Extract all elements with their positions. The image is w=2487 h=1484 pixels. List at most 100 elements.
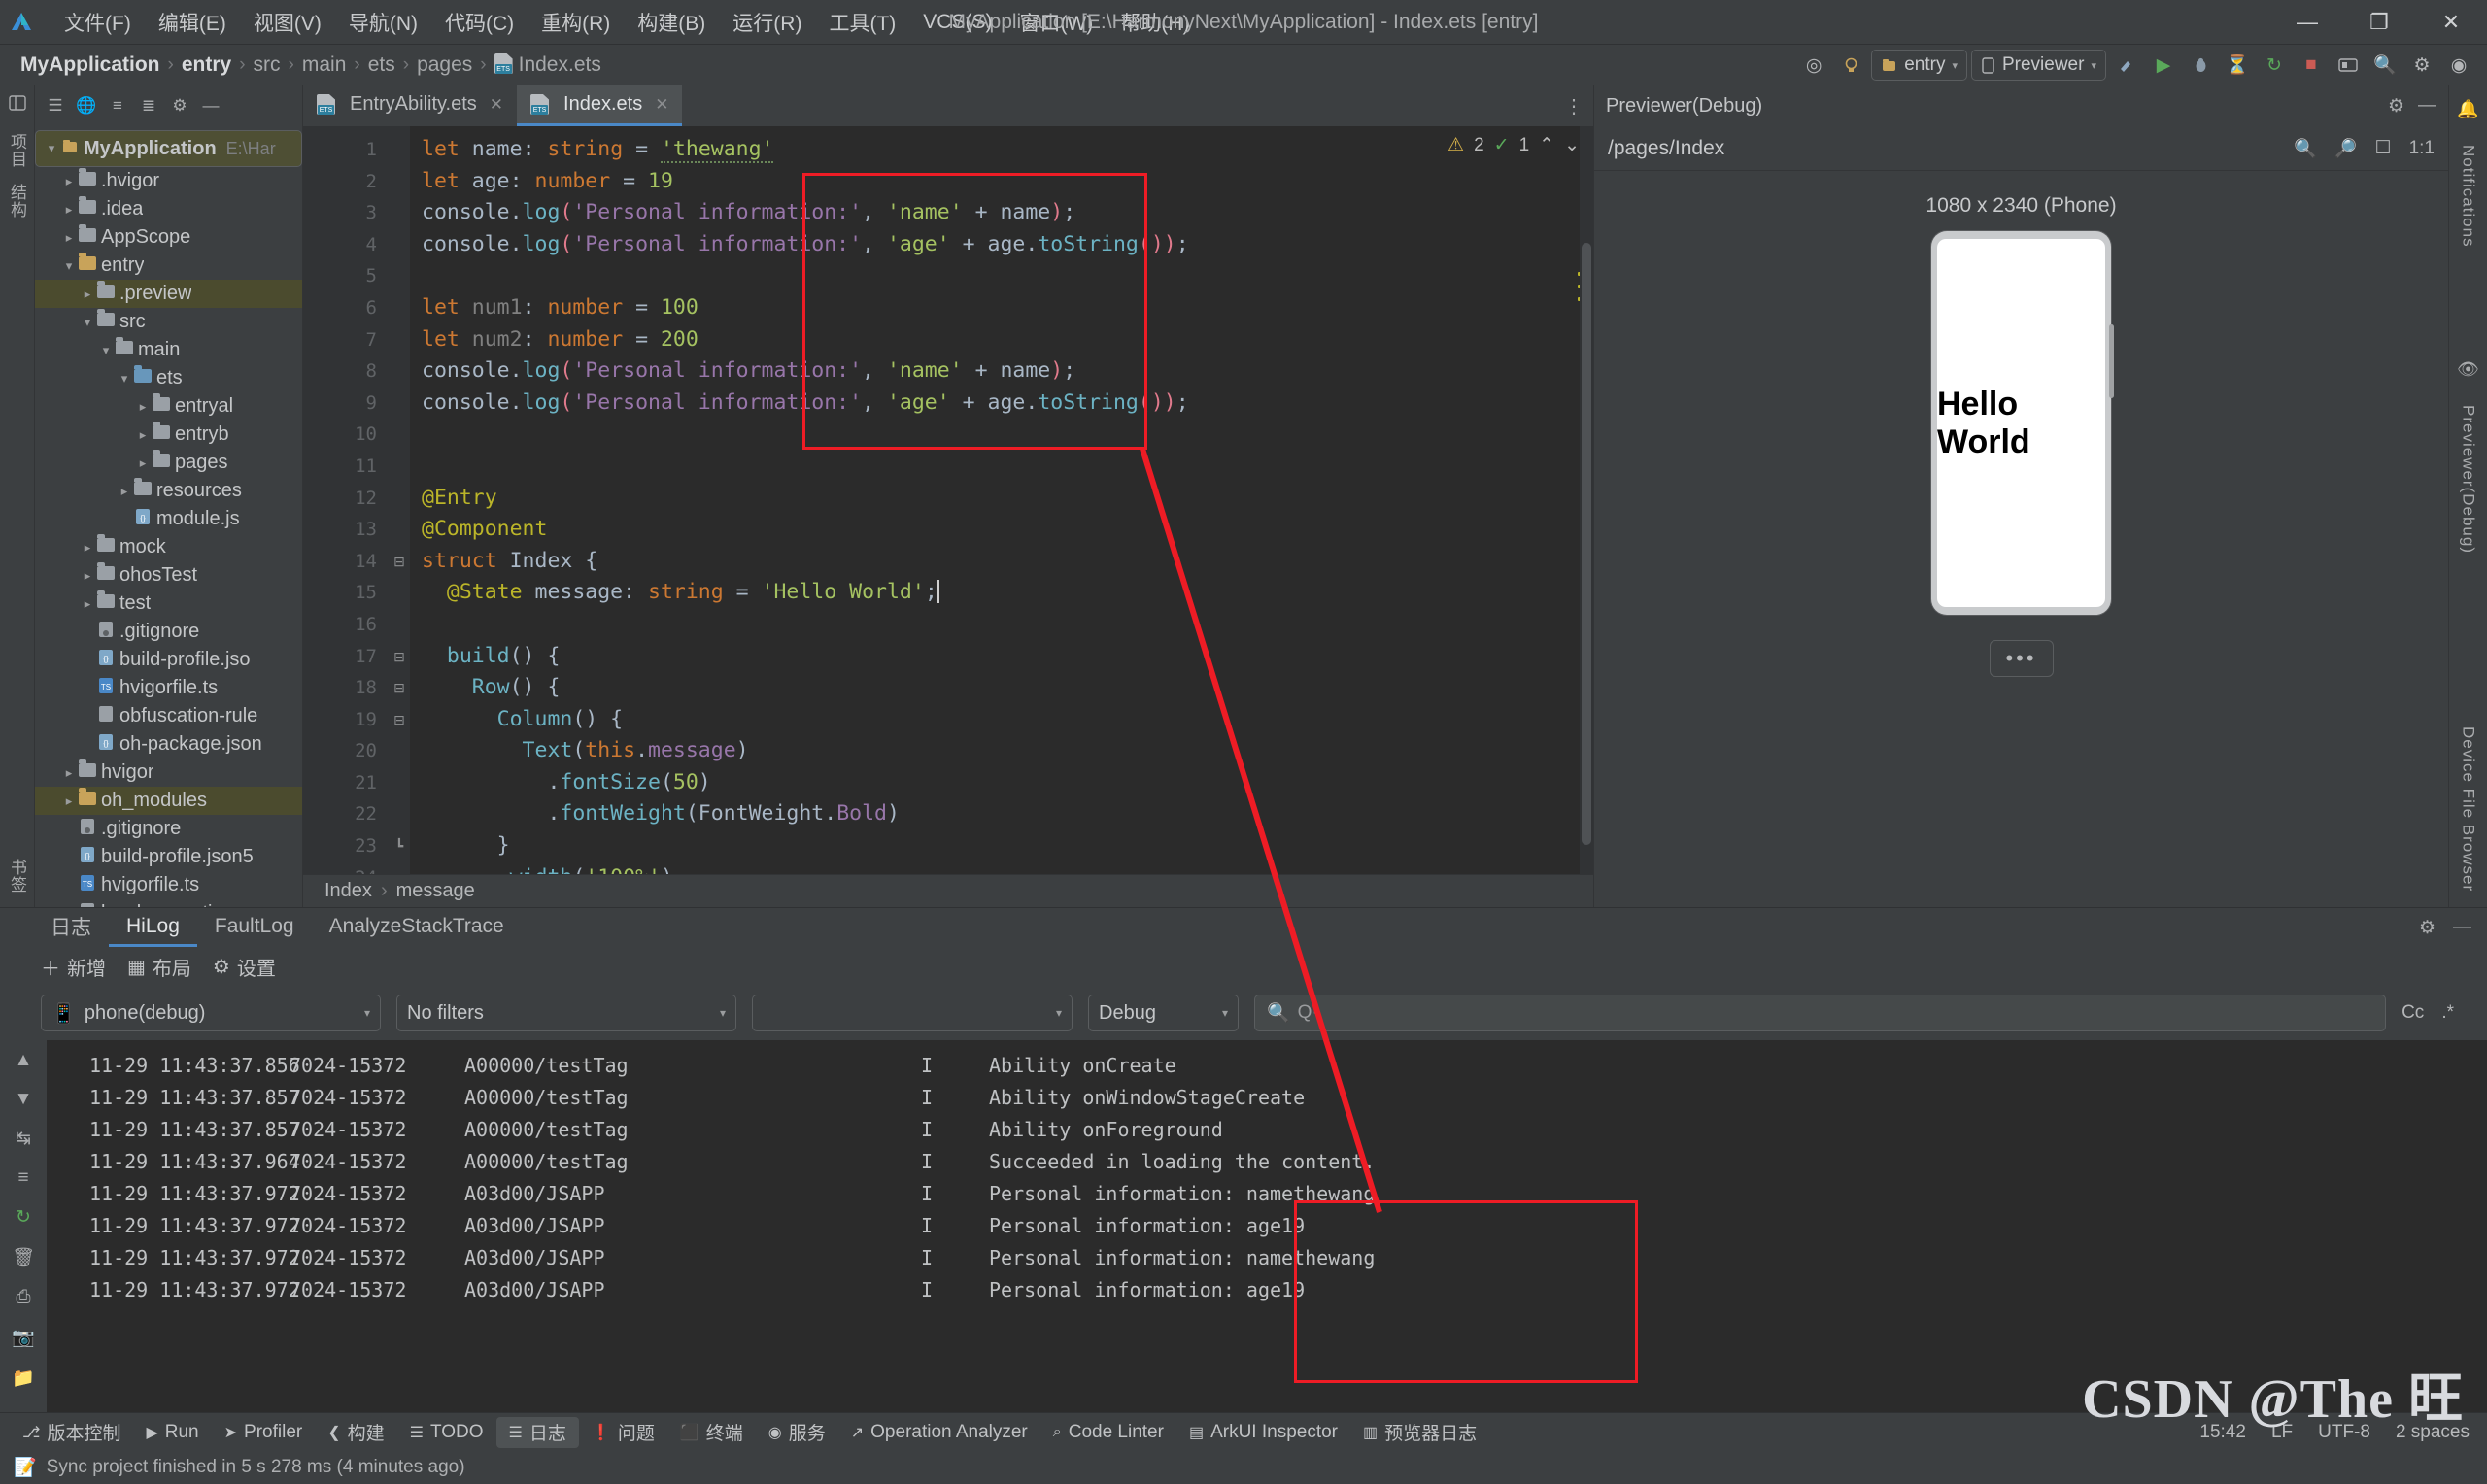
fold-marker-icon[interactable]: ⊟ xyxy=(389,672,410,704)
close-icon[interactable]: ✕ xyxy=(490,95,503,115)
chevron-icon[interactable]: ▸ xyxy=(61,793,77,809)
previewer-selector[interactable]: Previewer ▾ xyxy=(1971,50,2106,81)
breadcrumb[interactable]: MyApplication›entry›src›main›ets›pages›E… xyxy=(14,53,608,77)
code-line[interactable] xyxy=(410,260,1593,292)
settings-icon[interactable]: ⚙ xyxy=(2388,95,2404,118)
globe-icon[interactable]: 🌐 xyxy=(72,91,101,120)
regex-toggle[interactable]: .* xyxy=(2441,1002,2454,1024)
code-line[interactable]: console.log('Personal information:', 'ag… xyxy=(410,229,1593,261)
rail-label-device-file-browser[interactable]: Device File Browser xyxy=(2459,726,2478,892)
status-item-profiler[interactable]: ➤Profiler xyxy=(212,1417,316,1448)
tree-item-hvigorfile-ts[interactable]: TShvigorfile.ts xyxy=(35,871,302,899)
code-line[interactable] xyxy=(410,451,1593,483)
chevron-icon[interactable]: ▸ xyxy=(135,399,151,415)
tree-item-oh-modules[interactable]: ▸oh_modules xyxy=(35,787,302,815)
chevron-icon[interactable]: ▾ xyxy=(44,141,59,156)
menu-item-7[interactable]: 运行(R) xyxy=(719,4,815,41)
stop-icon[interactable]: ■ xyxy=(2295,50,2328,81)
previewer-more-button[interactable]: ••• xyxy=(1990,640,2054,677)
log-row[interactable]: 11-29 11:43:37.9727024-15372A03d00/JSAPP… xyxy=(47,1178,2487,1210)
tree-item-src[interactable]: ▾src xyxy=(35,308,302,336)
tree-item--preview[interactable]: ▸.preview xyxy=(35,280,302,308)
chevron-icon[interactable]: ▸ xyxy=(117,484,132,499)
code-line[interactable]: struct Index { xyxy=(410,546,1593,578)
chevron-icon[interactable]: ▸ xyxy=(61,765,77,781)
zoom-in-icon[interactable]: 🔎 xyxy=(2334,137,2358,160)
code-line[interactable]: .fontSize(50) xyxy=(410,767,1593,799)
menu-item-10[interactable]: 窗口(W) xyxy=(1005,4,1107,41)
menu-item-11[interactable]: 帮助(H) xyxy=(1107,4,1203,41)
code-line[interactable]: @Entry xyxy=(410,483,1593,515)
tree-item-mock[interactable]: ▸mock xyxy=(35,533,302,561)
breadcrumb-item-src[interactable]: src xyxy=(247,53,288,77)
chevron-icon[interactable]: ▸ xyxy=(80,568,95,584)
match-case-toggle[interactable]: Cc xyxy=(2402,1002,2424,1024)
close-icon[interactable]: ✕ xyxy=(655,95,668,115)
zoom-out-icon[interactable]: 🔍 xyxy=(2294,137,2317,160)
chevron-icon[interactable]: ▸ xyxy=(80,540,95,556)
tree-item-hvigor[interactable]: ▸hvigor xyxy=(35,759,302,787)
status-item--[interactable]: ❗问题 xyxy=(579,1417,667,1448)
code-line[interactable]: @State message: string = 'Hello World'; xyxy=(410,577,1593,609)
editor-scrollbar[interactable] xyxy=(1580,126,1593,874)
notifications-icon[interactable]: 🔔 xyxy=(2457,99,2478,119)
rerun-icon[interactable]: ↻ xyxy=(2258,50,2291,81)
run-configuration-selector[interactable]: entry ▾ xyxy=(1871,50,1967,81)
fold-marker-icon[interactable]: ⊟ xyxy=(389,546,410,578)
tree-item--hvigor[interactable]: ▸.hvigor xyxy=(35,167,302,195)
wrap-icon[interactable]: ≡ xyxy=(17,1167,28,1189)
log-row[interactable]: 11-29 11:43:37.9647024-15372A00000/testT… xyxy=(47,1146,2487,1178)
tree-item-hvigorfile-ts[interactable]: TShvigorfile.ts xyxy=(35,674,302,702)
code-line[interactable]: Text(this.message) xyxy=(410,735,1593,767)
account-icon[interactable]: ◉ xyxy=(2442,50,2475,81)
run-icon[interactable]: ▶ xyxy=(2147,50,2180,81)
log-row[interactable]: 11-29 11:43:37.9727024-15372A03d00/JSAPP… xyxy=(47,1242,2487,1274)
maximize-button[interactable]: ❐ xyxy=(2343,0,2415,45)
code-line[interactable]: let age: number = 19 xyxy=(410,166,1593,198)
minimize-icon[interactable]: — xyxy=(2418,95,2436,118)
device-screen[interactable]: Hello World xyxy=(1937,239,2105,607)
filter-select[interactable]: No filters ▾ xyxy=(396,995,736,1031)
chevron-icon[interactable]: ▸ xyxy=(135,427,151,443)
trash-icon[interactable]: 🗑 xyxy=(12,1246,35,1269)
status-item-operation-analyzer[interactable]: ↗Operation Analyzer xyxy=(838,1417,1040,1448)
status-item--[interactable]: ◉服务 xyxy=(756,1417,838,1448)
tree-item-ohostest[interactable]: ▸ohosTest xyxy=(35,561,302,590)
status-item-code-linter[interactable]: ⌕Code Linter xyxy=(1040,1417,1176,1448)
status-item--[interactable]: ❮构建 xyxy=(315,1417,396,1448)
code-line[interactable] xyxy=(410,609,1593,641)
main-menu[interactable]: 文件(F)编辑(E)视图(V)导航(N)代码(C)重构(R)构建(B)运行(R)… xyxy=(43,4,1203,41)
chevron-icon[interactable]: ▸ xyxy=(61,174,77,189)
process-select[interactable]: ▾ xyxy=(752,995,1073,1031)
tree-item-pages[interactable]: ▸pages xyxy=(35,449,302,477)
code-line[interactable]: let name: string = 'thewang' xyxy=(410,134,1593,166)
menu-item-2[interactable]: 视图(V) xyxy=(240,4,335,41)
chevron-icon[interactable]: ▸ xyxy=(61,230,77,246)
soft-wrap-icon[interactable]: ↹ xyxy=(16,1128,31,1150)
fold-marker-icon[interactable]: ⊟ xyxy=(389,704,410,736)
next-problem-icon[interactable]: ⌄ xyxy=(1564,134,1580,156)
settings-icon[interactable]: ⚙ xyxy=(2405,50,2438,81)
log-row[interactable]: 11-29 11:43:37.9727024-15372A03d00/JSAPP… xyxy=(47,1274,2487,1306)
chevron-icon[interactable]: ▾ xyxy=(98,343,114,358)
expand-icon[interactable]: ≡ xyxy=(103,91,132,120)
status-item--[interactable]: ⎇版本控制 xyxy=(10,1417,133,1448)
status-item--[interactable]: ⬛终端 xyxy=(667,1417,756,1448)
editor-breadcrumb[interactable]: Index›message xyxy=(303,874,1593,907)
rail-label-bookmarks[interactable]: 书签 xyxy=(5,859,29,894)
tree-item-test[interactable]: ▸test xyxy=(35,590,302,618)
menu-item-3[interactable]: 导航(N) xyxy=(335,4,431,41)
fold-marker-icon[interactable]: ⊟ xyxy=(389,641,410,673)
breadcrumb-item-main[interactable]: main xyxy=(295,53,354,77)
tree-item-obfuscation-rule[interactable]: obfuscation-rule xyxy=(35,702,302,730)
scroll-up-icon[interactable]: ▲ xyxy=(15,1050,33,1071)
status-item-todo[interactable]: ☰TODO xyxy=(397,1417,496,1448)
device-manager-icon[interactable] xyxy=(2332,50,2365,81)
code-line[interactable] xyxy=(410,419,1593,451)
close-button[interactable]: ✕ xyxy=(2415,0,2487,45)
status-item--[interactable]: ☰日志 xyxy=(496,1417,579,1448)
collapse-icon[interactable]: ≣ xyxy=(134,91,163,120)
project-panel-icon[interactable] xyxy=(8,93,27,118)
target-icon[interactable]: ◎ xyxy=(1797,50,1830,81)
zoom-ratio-label[interactable]: 1:1 xyxy=(2409,138,2435,159)
